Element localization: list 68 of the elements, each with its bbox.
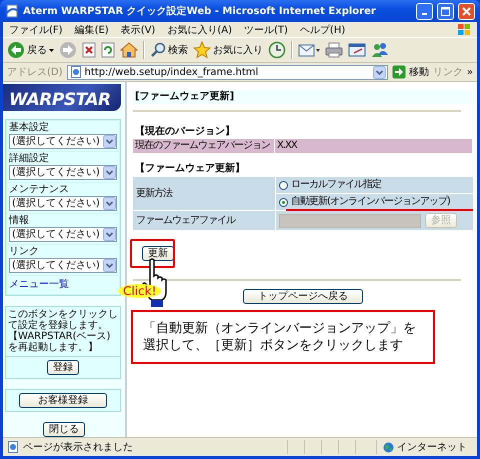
menu-label: 情報 [9,215,30,226]
table-cell: X.XX [275,139,473,153]
section-heading: 【現在のバージョン】 [134,126,236,138]
logo: WARPSTAR [3,84,121,111]
menu-label: 基本設定 [9,122,50,133]
mail-icon [298,42,320,58]
status-text: ページが表示されました [23,440,134,454]
menu-select[interactable]: (選択してください) [9,227,117,242]
menu-item[interactable]: 表示(V) [120,22,156,36]
menu-label: 詳細設定 [9,153,50,164]
page-icon [7,441,19,453]
section-heading: 【ファームウェア更新】 [134,163,246,175]
table-cell: ファームウェアファイル [133,211,275,230]
radio-label: 自動更新(オンラインバージョンアップ) [291,196,450,208]
address-label: アドレス(D) [7,66,63,79]
refresh-icon [101,42,115,58]
minimize-icon [422,12,427,14]
search-icon [150,42,166,58]
toolbar-button[interactable]: 検索 [150,42,188,58]
star-icon [193,41,211,59]
menu-list-link[interactable]: メニュー一覧 [7,276,119,294]
globe-icon [383,442,394,452]
more-chevron[interactable]: » [466,66,473,78]
menu-item[interactable]: お気に入り(A) [167,22,232,36]
menu-item[interactable]: 編集(E) [74,22,109,36]
close-page-button[interactable]: 閉じる [43,422,85,437]
radio-button[interactable] [279,180,288,190]
menu-label: メンテナンス [9,184,70,195]
table-cell: 現在のファームウェアバージョン [133,139,275,153]
close-button[interactable] [458,2,475,20]
table-cell: 更新方法 [133,177,275,210]
window-title: Aterm WARPSTAR クイック設定Web - Microsoft Internet Explorer [23,4,377,18]
zone-label: インターネット [397,441,467,454]
edit-icon [348,42,366,58]
register-button[interactable]: 登録 [47,360,79,375]
menu-item[interactable]: ファイル(F) [9,22,63,36]
page-icon [5,4,19,18]
windows-flag-icon [457,23,471,36]
minimize-button[interactable] [416,2,433,20]
toolbar-button[interactable]: 戻る [7,41,54,59]
menu-item[interactable]: ヘルプ(H) [300,22,346,36]
radio-button[interactable] [279,198,288,206]
toolbar-button[interactable]: お気に入り [193,41,263,59]
close-icon [462,6,471,16]
menu-select[interactable]: (選択してください) [9,258,117,273]
callout-text: 「自動更新（オンラインバージョンアップ」を選択して、［更新］ボタンをクリックします [131,310,435,364]
maximize-icon [441,6,450,16]
page-title: [ファームウェア更新] [133,90,473,104]
note-text: このボタンをクリックして設定を登録します。【WARPSTAR(ベース)を再起動します。】 [6,307,120,357]
customer-register-button[interactable]: お客様登録 [19,393,107,408]
go-arrow-icon [392,65,406,79]
people-icon [371,42,389,58]
go-button[interactable]: 移動 [392,65,429,79]
page-icon [70,66,82,78]
menu-item[interactable]: ツール(T) [244,22,288,36]
radio-label: ローカルファイル指定 [291,179,381,191]
menu-select[interactable]: (選択してください) [9,134,117,149]
maximize-button[interactable] [437,2,454,20]
caret-icon [49,48,54,52]
stop-icon [82,42,96,58]
back-to-top-button[interactable]: トップページへ戻る [243,289,363,304]
home-icon [120,42,138,58]
printer-icon [325,42,343,58]
history-icon [268,41,286,59]
menu-select[interactable]: (選択してください) [9,196,117,211]
menu-select[interactable]: (選択してください) [9,165,117,180]
menu-label: リンク [9,246,40,257]
address-field[interactable]: http://web.setup/index_frame.html [66,64,388,80]
